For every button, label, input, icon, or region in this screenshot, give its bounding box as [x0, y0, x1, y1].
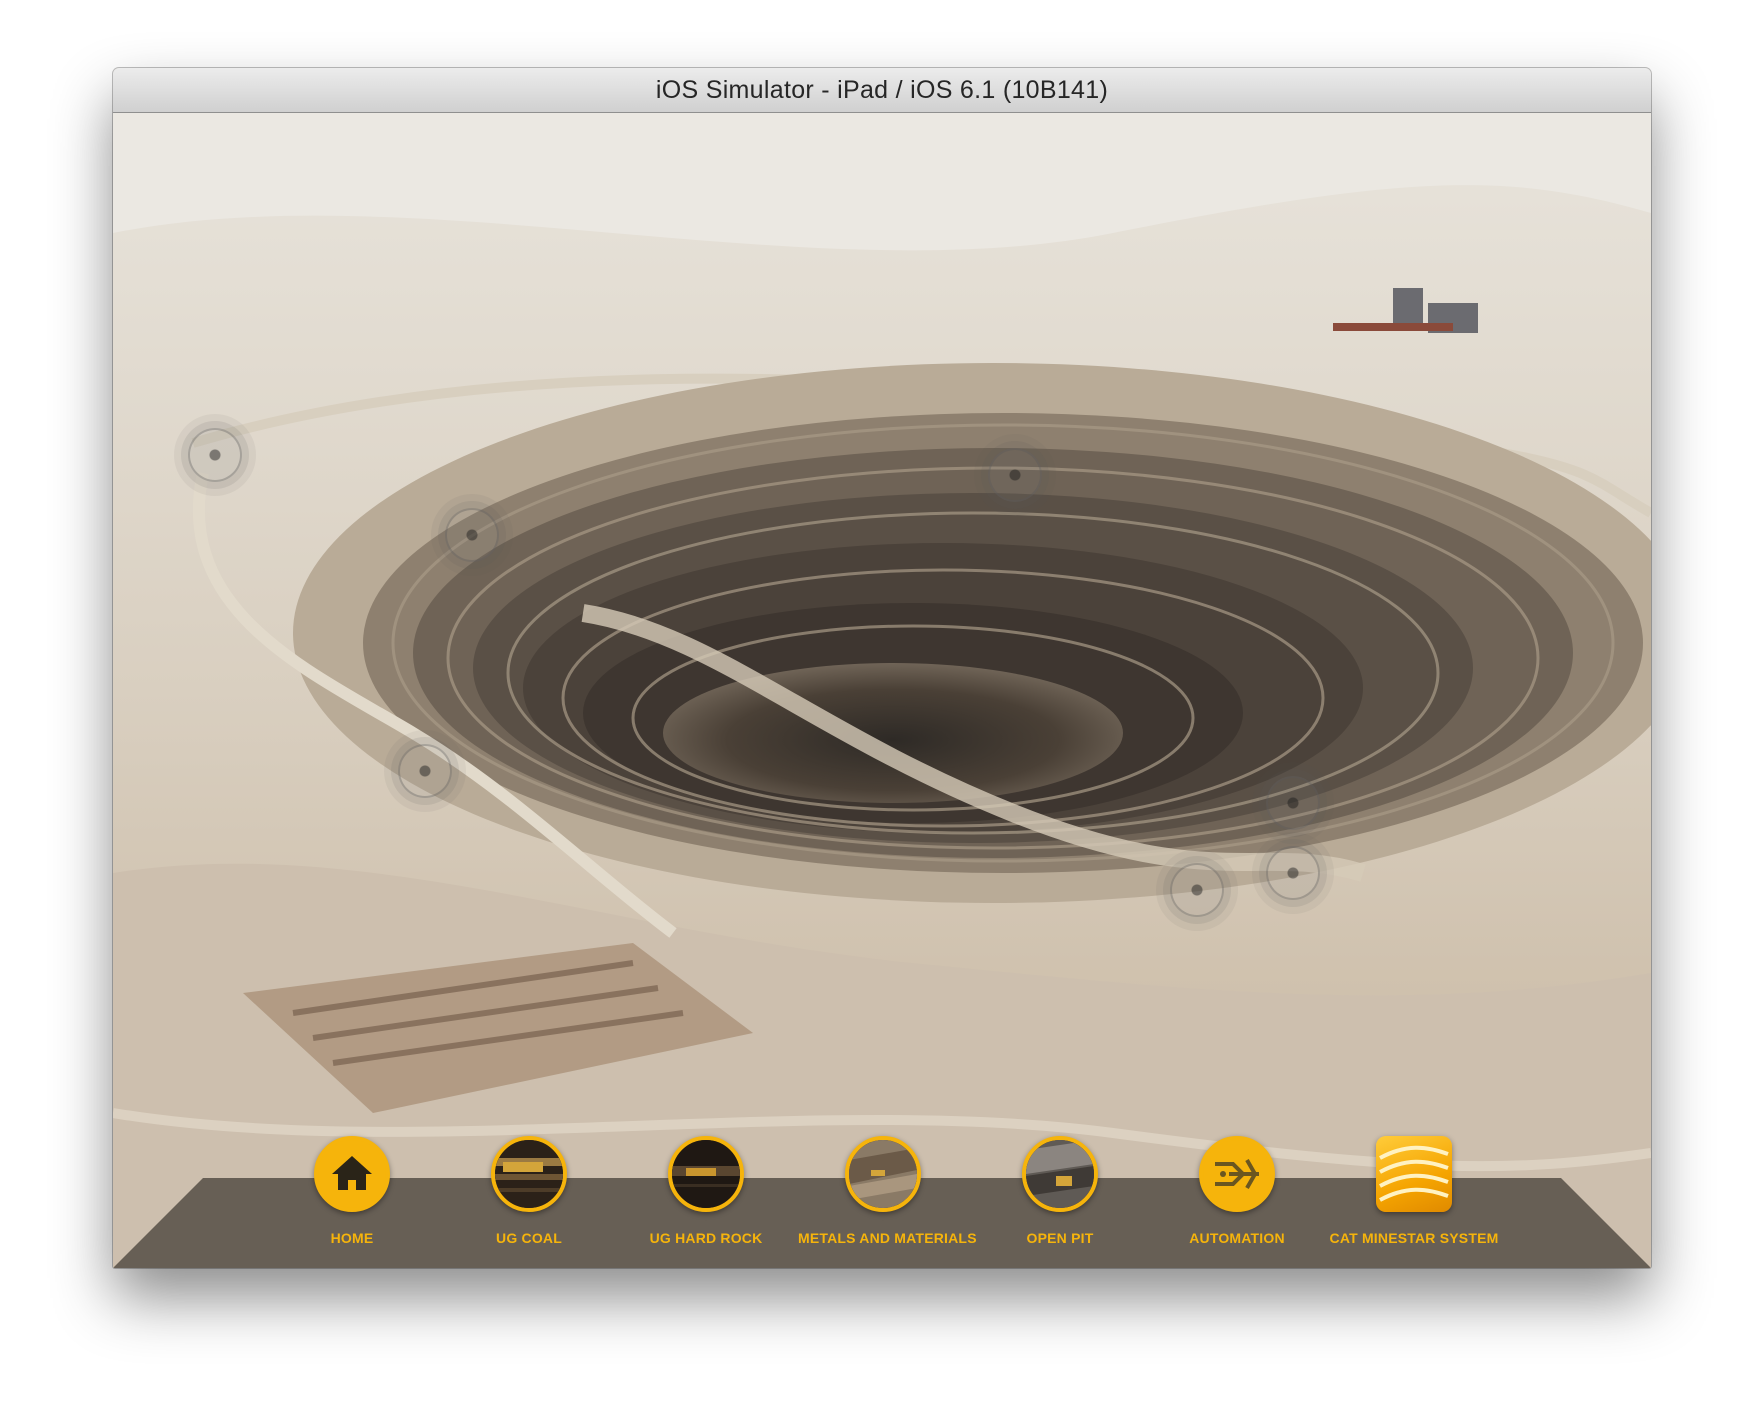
window-title: iOS Simulator - iPad / iOS 6.1 (10B141) — [655, 75, 1109, 104]
map-hotspot[interactable] — [1266, 776, 1320, 830]
open-pit-thumbnail — [1022, 1136, 1098, 1212]
nav-label: CAT MINESTAR SYSTEM — [1329, 1230, 1499, 1246]
map-hotspot[interactable] — [988, 448, 1042, 502]
nav-automation[interactable]: AUTOMATION — [1152, 1136, 1322, 1246]
nav-cat-minestar-system[interactable]: CAT MINESTAR SYSTEM — [1329, 1136, 1499, 1246]
simulator-window: iOS Simulator - iPad / iOS 6.1 (10B141) — [113, 68, 1651, 1268]
open-pit-mine-image — [113, 113, 1651, 1268]
ug-coal-thumbnail — [491, 1136, 567, 1212]
nav-ug-coal[interactable]: UG COAL — [444, 1136, 614, 1246]
nav-home[interactable]: HOME — [267, 1136, 437, 1246]
map-hotspot[interactable] — [398, 744, 452, 798]
map-hotspot[interactable] — [445, 508, 499, 562]
ipad-screen: HOME UG COAL UG HARD ROCK METALS AND MAT… — [113, 113, 1651, 1268]
window-titlebar[interactable]: iOS Simulator - iPad / iOS 6.1 (10B141) — [113, 68, 1651, 113]
ug-hard-rock-thumbnail — [668, 1136, 744, 1212]
nav-label: UG COAL — [496, 1230, 562, 1246]
nav-label: HOME — [330, 1230, 374, 1246]
nav-label: UG HARD ROCK — [649, 1230, 763, 1246]
nav-ug-hard-rock[interactable]: UG HARD ROCK — [621, 1136, 791, 1246]
pit-floor — [663, 663, 1123, 803]
map-hotspot[interactable] — [188, 428, 242, 482]
nav-label: METALS AND MATERIALS — [798, 1230, 977, 1246]
home-icon — [314, 1136, 390, 1212]
bottom-nav-bar: HOME UG COAL UG HARD ROCK METALS AND MAT… — [113, 1136, 1651, 1268]
metals-materials-thumbnail — [845, 1136, 921, 1212]
map-hotspot[interactable] — [1170, 863, 1224, 917]
nav-metals-and-materials[interactable]: METALS AND MATERIALS — [798, 1136, 977, 1246]
minestar-logo-icon — [1376, 1136, 1452, 1212]
nav-label: OPEN PIT — [1026, 1230, 1094, 1246]
nav-label: AUTOMATION — [1189, 1230, 1285, 1246]
nav-open-pit[interactable]: OPEN PIT — [975, 1136, 1145, 1246]
map-hotspot[interactable] — [1266, 846, 1320, 900]
automation-icon — [1199, 1136, 1275, 1212]
